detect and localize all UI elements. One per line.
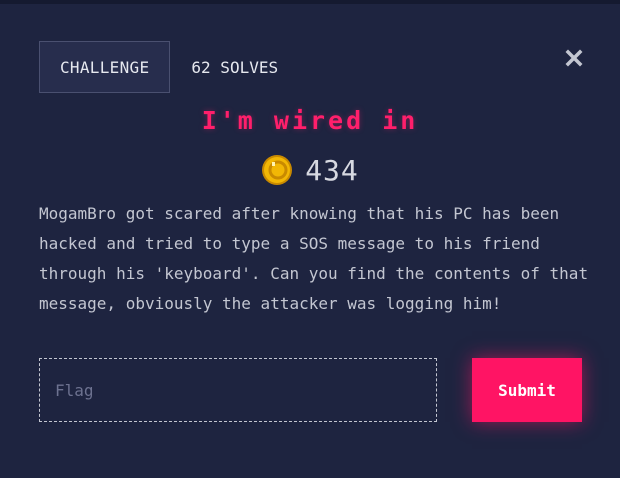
flag-input[interactable] (39, 358, 437, 422)
modal-tabs: CHALLENGE 62 SOLVES (39, 41, 299, 93)
tab-solves[interactable]: 62 SOLVES (170, 41, 299, 93)
tab-challenge[interactable]: CHALLENGE (39, 41, 171, 93)
close-icon[interactable] (563, 47, 585, 69)
challenge-title: I'm wired in (201, 106, 419, 135)
tab-challenge-label: CHALLENGE (60, 57, 150, 77)
tab-solves-label: 62 SOLVES (191, 57, 279, 77)
challenge-modal: CHALLENGE 62 SOLVES I'm wired in 434 Mog… (0, 0, 620, 478)
points-value: 434 (305, 153, 359, 187)
points-display: 434 (0, 150, 620, 190)
challenge-description: MogamBro got scared after knowing that h… (39, 204, 589, 313)
submit-button[interactable]: Submit (472, 358, 582, 422)
coin-icon (261, 154, 293, 186)
